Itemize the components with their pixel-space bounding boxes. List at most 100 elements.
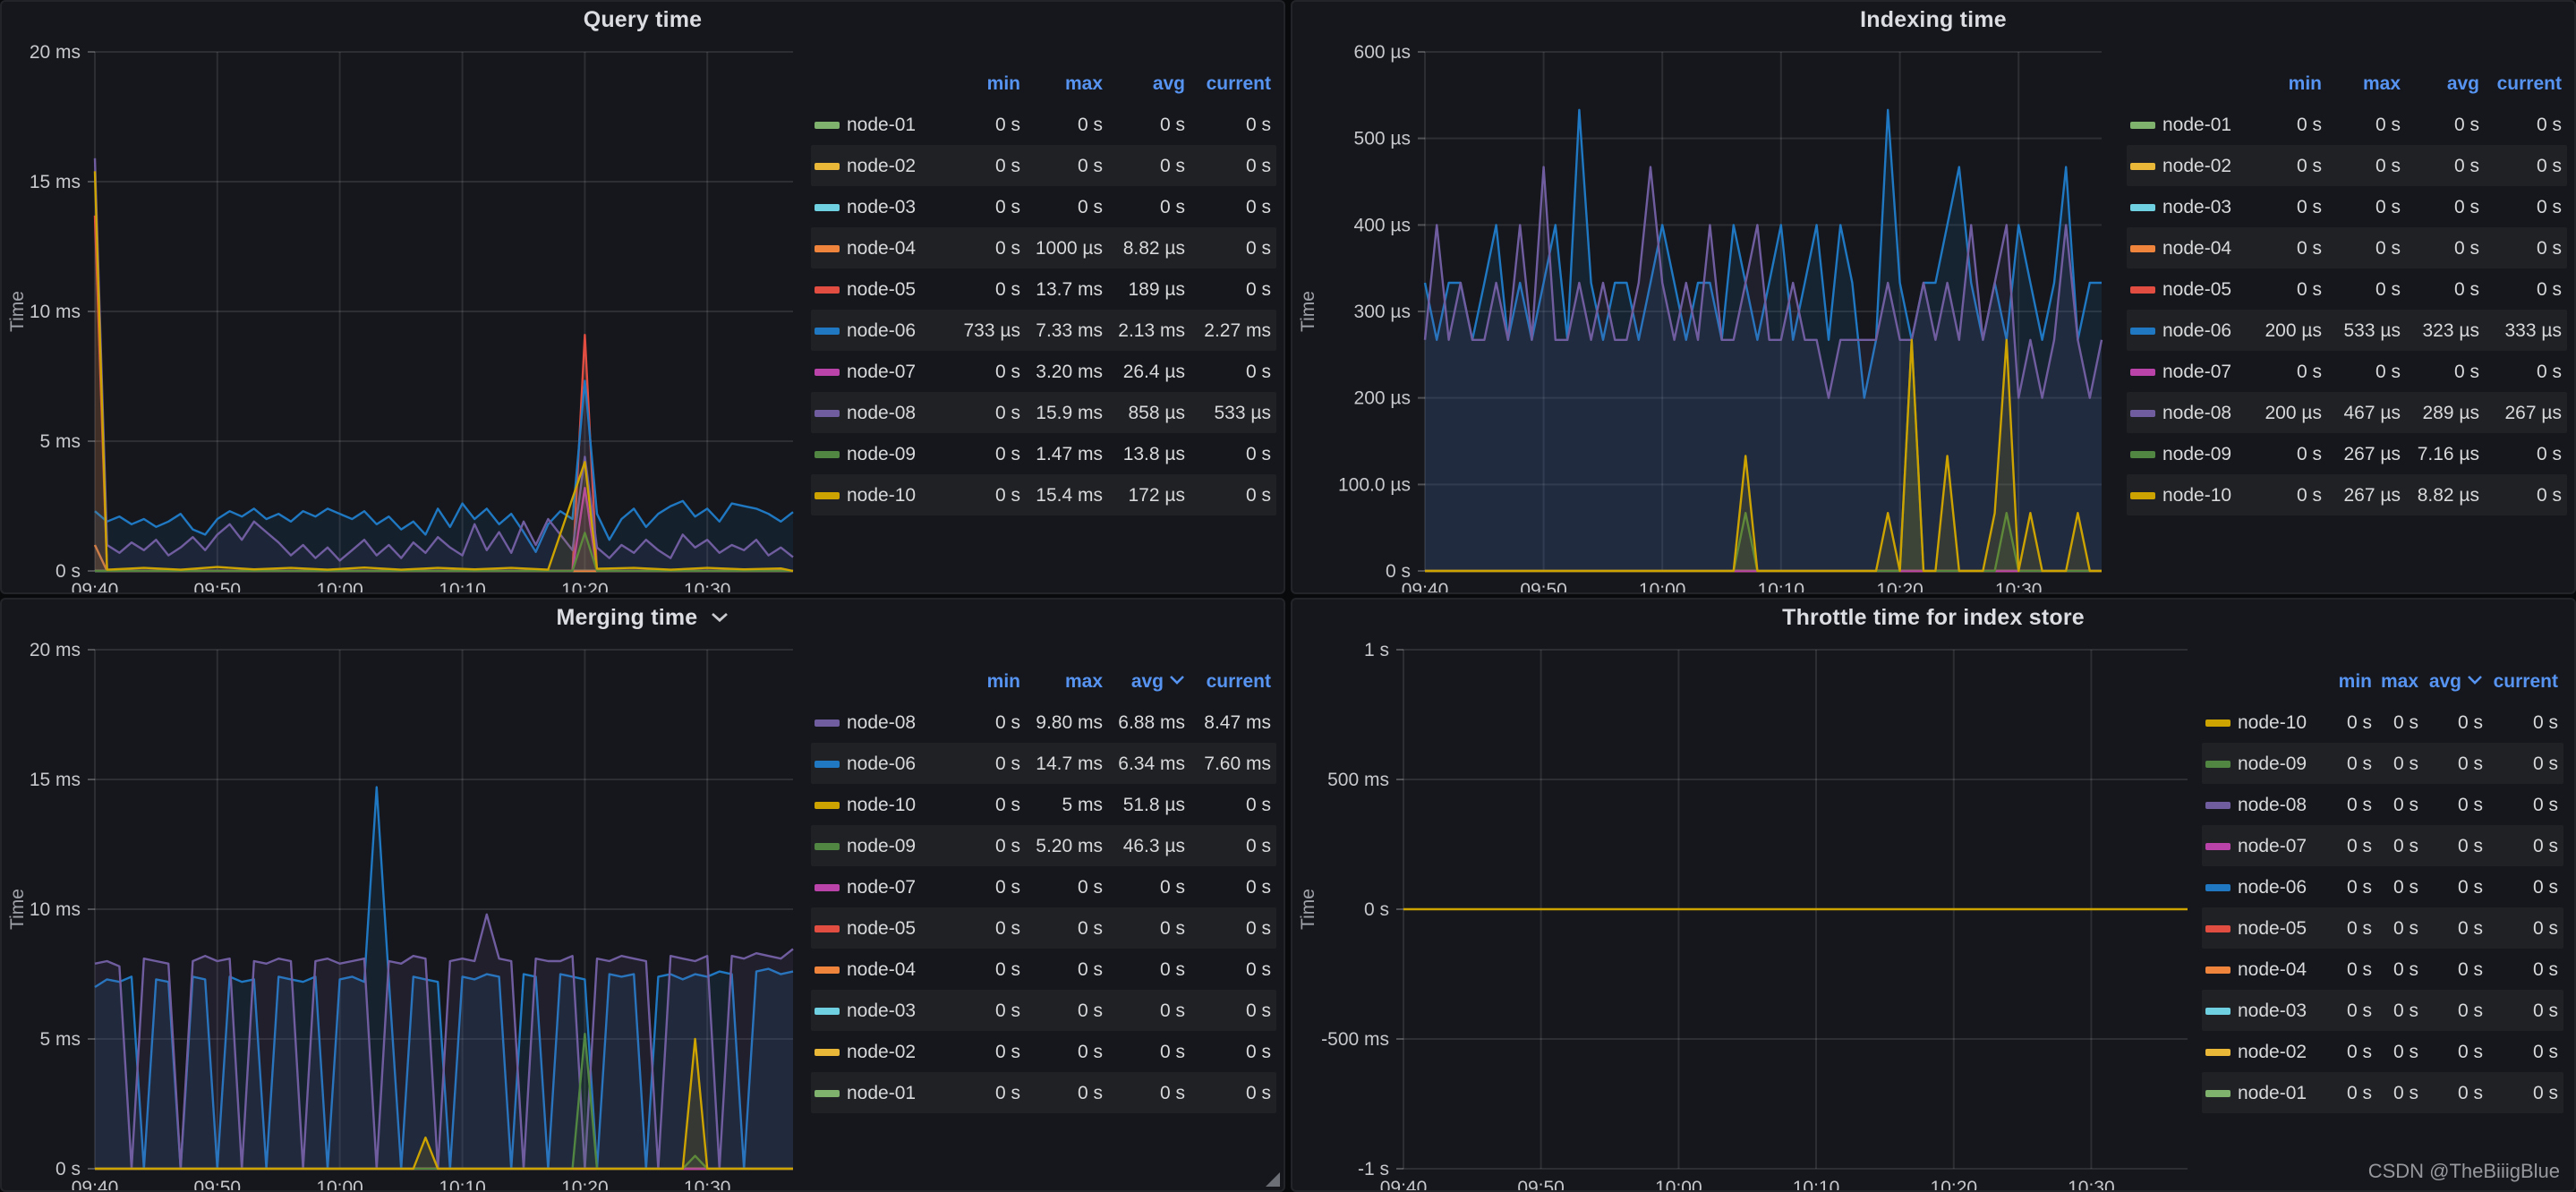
legend-header-current[interactable]: current bbox=[1190, 72, 1276, 94]
legend-row-node-03[interactable]: node-030 s0 s0 s0 s bbox=[2202, 990, 2563, 1031]
legend-series-name[interactable]: node-04 bbox=[2238, 958, 2331, 980]
legend-header-avg[interactable]: avg bbox=[1108, 670, 1190, 692]
legend-series-name[interactable]: node-07 bbox=[847, 361, 951, 382]
legend-row-node-02[interactable]: node-020 s0 s0 s0 s bbox=[811, 145, 1276, 186]
legend-header-max[interactable]: max bbox=[2377, 670, 2424, 692]
legend-series-name[interactable]: node-09 bbox=[847, 443, 951, 464]
legend-series-name[interactable]: node-08 bbox=[2162, 402, 2256, 423]
legend-series-name[interactable]: node-07 bbox=[2238, 835, 2331, 856]
legend-series-name[interactable]: node-06 bbox=[847, 753, 951, 774]
legend-series-name[interactable]: node-06 bbox=[2238, 876, 2331, 898]
legend-row-node-03[interactable]: node-030 s0 s0 s0 s bbox=[811, 186, 1276, 227]
legend-series-name[interactable]: node-05 bbox=[2162, 278, 2256, 300]
legend-header-current[interactable]: current bbox=[1190, 670, 1276, 692]
legend-row-node-05[interactable]: node-050 s0 s0 s0 s bbox=[811, 907, 1276, 949]
legend-header-max[interactable]: max bbox=[1026, 670, 1108, 692]
legend-series-name[interactable]: node-02 bbox=[847, 1041, 951, 1062]
legend-row-node-06[interactable]: node-060 s14.7 ms6.34 ms7.60 ms bbox=[811, 743, 1276, 784]
legend-row-node-09[interactable]: node-090 s5.20 ms46.3 µs0 s bbox=[811, 825, 1276, 866]
panel-header[interactable]: Merging time bbox=[2, 605, 1284, 630]
legend-row-node-01[interactable]: node-010 s0 s0 s0 s bbox=[811, 104, 1276, 145]
legend-row-node-02[interactable]: node-020 s0 s0 s0 s bbox=[2127, 145, 2567, 186]
legend-series-name[interactable]: node-05 bbox=[847, 278, 951, 300]
legend-row-node-01[interactable]: node-010 s0 s0 s0 s bbox=[811, 1072, 1276, 1113]
legend-series-name[interactable]: node-01 bbox=[2162, 114, 2256, 135]
legend-row-node-05[interactable]: node-050 s0 s0 s0 s bbox=[2127, 268, 2567, 310]
legend-row-node-08[interactable]: node-08200 µs467 µs289 µs267 µs bbox=[2127, 392, 2567, 433]
legend-row-node-01[interactable]: node-010 s0 s0 s0 s bbox=[2127, 104, 2567, 145]
legend-series-name[interactable]: node-09 bbox=[847, 835, 951, 856]
legend-series-name[interactable]: node-03 bbox=[847, 1000, 951, 1021]
legend-header-min[interactable]: min bbox=[2331, 670, 2377, 692]
legend-series-name[interactable]: node-03 bbox=[2162, 196, 2256, 217]
legend-row-node-07[interactable]: node-070 s0 s0 s0 s bbox=[2202, 825, 2563, 866]
legend-series-name[interactable]: node-09 bbox=[2238, 753, 2331, 774]
legend-series-name[interactable]: node-07 bbox=[2162, 361, 2256, 382]
legend-row-node-02[interactable]: node-020 s0 s0 s0 s bbox=[811, 1031, 1276, 1072]
legend-series-name[interactable]: node-10 bbox=[2162, 484, 2256, 506]
legend-series-name[interactable]: node-08 bbox=[847, 402, 951, 423]
legend-row-node-10[interactable]: node-100 s267 µs8.82 µs0 s bbox=[2127, 474, 2567, 515]
legend-row-node-04[interactable]: node-040 s0 s0 s0 s bbox=[2202, 949, 2563, 990]
legend-row-node-10[interactable]: node-100 s15.4 ms172 µs0 s bbox=[811, 474, 1276, 515]
legend-header-avg[interactable]: avg bbox=[2406, 72, 2485, 94]
legend-row-node-07[interactable]: node-070 s3.20 ms26.4 µs0 s bbox=[811, 351, 1276, 392]
legend-row-node-08[interactable]: node-080 s9.80 ms6.88 ms8.47 ms bbox=[811, 702, 1276, 743]
legend-series-name[interactable]: node-03 bbox=[847, 196, 951, 217]
legend-series-name[interactable]: node-07 bbox=[847, 876, 951, 898]
legend-header-avg[interactable]: avg bbox=[1108, 72, 1190, 94]
legend-series-name[interactable]: node-05 bbox=[2238, 917, 2331, 939]
legend-row-node-10[interactable]: node-100 s5 ms51.8 µs0 s bbox=[811, 784, 1276, 825]
legend-header-max[interactable]: max bbox=[1026, 72, 1108, 94]
legend-series-name[interactable]: node-08 bbox=[2238, 794, 2331, 815]
legend-row-node-08[interactable]: node-080 s0 s0 s0 s bbox=[2202, 784, 2563, 825]
legend-row-node-09[interactable]: node-090 s1.47 ms13.8 µs0 s bbox=[811, 433, 1276, 474]
legend-header-min[interactable]: min bbox=[951, 72, 1026, 94]
legend-header-min[interactable]: min bbox=[2256, 72, 2327, 94]
legend-series-name[interactable]: node-02 bbox=[2162, 155, 2256, 176]
legend-row-node-07[interactable]: node-070 s0 s0 s0 s bbox=[811, 866, 1276, 907]
legend-row-node-04[interactable]: node-040 s0 s0 s0 s bbox=[2127, 227, 2567, 268]
legend-header-min[interactable]: min bbox=[951, 670, 1026, 692]
legend-header-max[interactable]: max bbox=[2327, 72, 2406, 94]
legend-series-name[interactable]: node-02 bbox=[2238, 1041, 2331, 1062]
panel-header[interactable]: Throttle time for index store bbox=[1292, 605, 2574, 630]
legend-row-node-06[interactable]: node-06200 µs533 µs323 µs333 µs bbox=[2127, 310, 2567, 351]
legend-header-avg[interactable]: avg bbox=[2424, 670, 2488, 692]
legend-row-node-05[interactable]: node-050 s13.7 ms189 µs0 s bbox=[811, 268, 1276, 310]
panel-header[interactable]: Query time bbox=[2, 7, 1284, 32]
legend-row-node-06[interactable]: node-060 s0 s0 s0 s bbox=[2202, 866, 2563, 907]
legend-series-name[interactable]: node-04 bbox=[847, 237, 951, 259]
legend-series-name[interactable]: node-09 bbox=[2162, 443, 2256, 464]
legend-series-name[interactable]: node-05 bbox=[847, 917, 951, 939]
legend-series-name[interactable]: node-01 bbox=[2238, 1082, 2331, 1103]
legend-row-node-04[interactable]: node-040 s1000 µs8.82 µs0 s bbox=[811, 227, 1276, 268]
legend-series-name[interactable]: node-10 bbox=[847, 484, 951, 506]
legend-series-name[interactable]: node-02 bbox=[847, 155, 951, 176]
legend-row-node-02[interactable]: node-020 s0 s0 s0 s bbox=[2202, 1031, 2563, 1072]
legend-row-node-10[interactable]: node-100 s0 s0 s0 s bbox=[2202, 702, 2563, 743]
legend-row-node-04[interactable]: node-040 s0 s0 s0 s bbox=[811, 949, 1276, 990]
panel-header[interactable]: Indexing time bbox=[1292, 7, 2574, 32]
legend-series-name[interactable]: node-10 bbox=[2238, 711, 2331, 733]
legend-header-current[interactable]: current bbox=[2485, 72, 2567, 94]
legend-row-node-05[interactable]: node-050 s0 s0 s0 s bbox=[2202, 907, 2563, 949]
legend-row-node-03[interactable]: node-030 s0 s0 s0 s bbox=[811, 990, 1276, 1031]
legend-series-name[interactable]: node-10 bbox=[847, 794, 951, 815]
legend-header-current[interactable]: current bbox=[2488, 670, 2563, 692]
legend-series-name[interactable]: node-06 bbox=[2162, 319, 2256, 341]
legend-row-node-09[interactable]: node-090 s0 s0 s0 s bbox=[2202, 743, 2563, 784]
legend-row-node-07[interactable]: node-070 s0 s0 s0 s bbox=[2127, 351, 2567, 392]
legend-series-name[interactable]: node-03 bbox=[2238, 1000, 2331, 1021]
legend-row-node-01[interactable]: node-010 s0 s0 s0 s bbox=[2202, 1072, 2563, 1113]
legend-row-node-09[interactable]: node-090 s267 µs7.16 µs0 s bbox=[2127, 433, 2567, 474]
legend-row-node-03[interactable]: node-030 s0 s0 s0 s bbox=[2127, 186, 2567, 227]
legend-series-name[interactable]: node-04 bbox=[2162, 237, 2256, 259]
legend-row-node-06[interactable]: node-06733 µs7.33 ms2.13 ms2.27 ms bbox=[811, 310, 1276, 351]
legend-series-name[interactable]: node-04 bbox=[847, 958, 951, 980]
legend-series-name[interactable]: node-06 bbox=[847, 319, 951, 341]
legend-series-name[interactable]: node-08 bbox=[847, 711, 951, 733]
legend-series-name[interactable]: node-01 bbox=[847, 1082, 951, 1103]
panel-resize-handle[interactable] bbox=[1266, 1172, 1280, 1187]
legend-series-name[interactable]: node-01 bbox=[847, 114, 951, 135]
